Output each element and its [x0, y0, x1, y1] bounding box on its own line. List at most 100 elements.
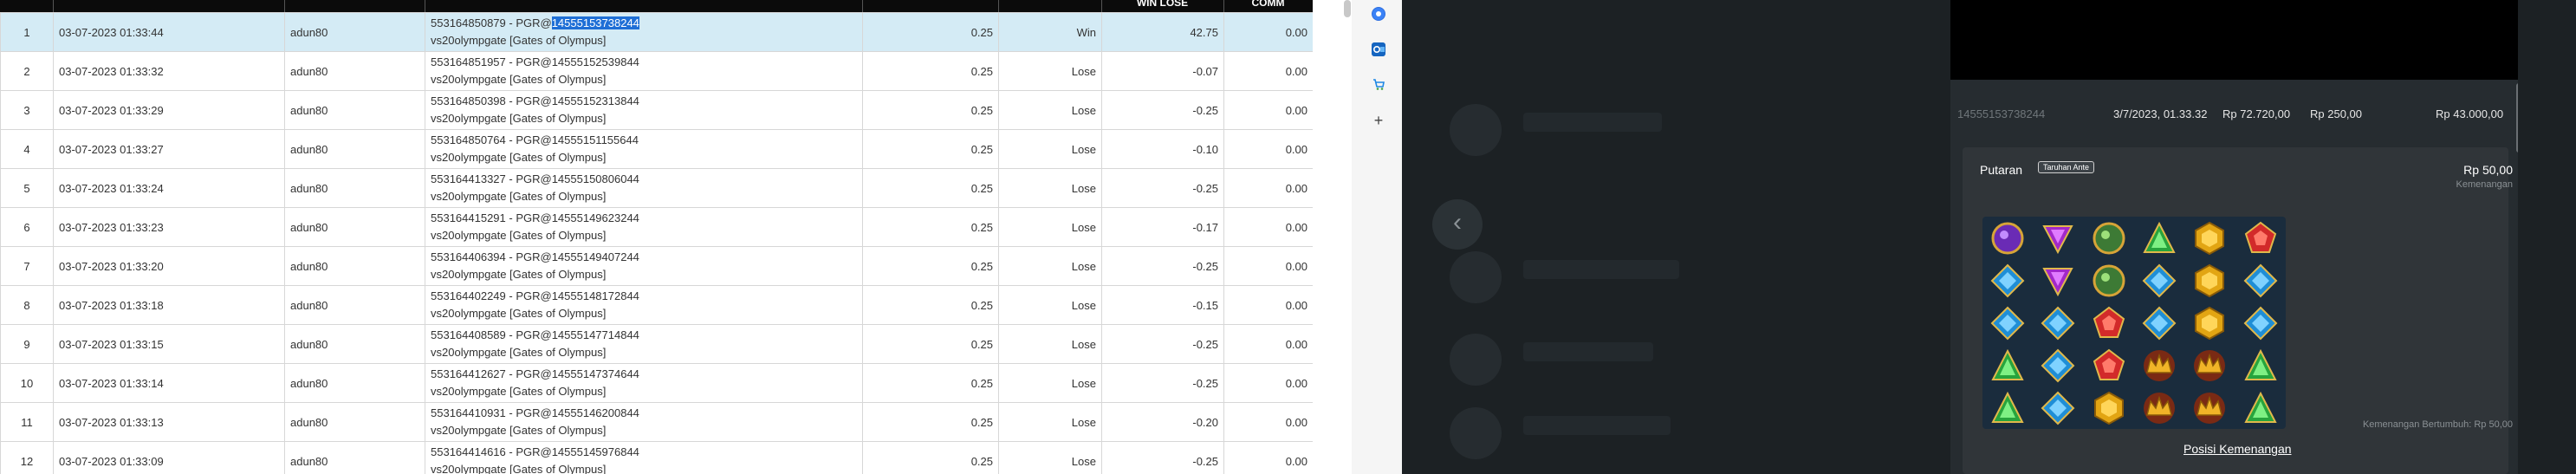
row-result: Lose	[998, 207, 1102, 247]
balance-before: Rp 72.720,00	[2222, 107, 2291, 120]
table-row[interactable]: 9 03-07-2023 01:33:15 adun80 553164408589 -…	[0, 324, 1313, 364]
row-description[interactable]: 553164408589 - PGR@14555147714844 vs20oly…	[425, 324, 863, 364]
row-result: Lose	[998, 129, 1102, 169]
row-datetime: 03-07-2023 01:33:20	[53, 246, 285, 286]
row-desc-game: vs20olympgate [Gates of Olympus]	[431, 424, 607, 437]
gold-hexagon-icon	[2190, 262, 2229, 300]
table-row[interactable]: 4 03-07-2023 01:33:27 adun80 553164850764 -…	[0, 129, 1313, 169]
row-index: 6	[0, 207, 54, 247]
row-desc-code[interactable]: 14555149623244	[552, 211, 639, 224]
shopping-icon[interactable]	[1372, 77, 1385, 91]
row-desc-game: vs20olympgate [Gates of Olympus]	[431, 346, 607, 359]
row-amount: 0.25	[862, 402, 999, 442]
row-desc-game: vs20olympgate [Gates of Olympus]	[431, 34, 607, 47]
row-desc-game: vs20olympgate [Gates of Olympus]	[431, 112, 607, 125]
row-comm: 0.00	[1223, 12, 1313, 52]
row-desc-code[interactable]: 14555152313844	[552, 94, 639, 107]
row-desc-code[interactable]: 14555153738244	[551, 16, 639, 29]
row-datetime: 03-07-2023 01:33:27	[53, 129, 285, 169]
row-description[interactable]: 553164402249 - PGR@14555148172844 vs20oly…	[425, 285, 863, 325]
row-desc-code[interactable]: 14555150806044	[552, 172, 639, 185]
back-arrow-button[interactable]: ‹	[1432, 199, 1483, 250]
table-row[interactable]: 8 03-07-2023 01:33:18 adun80 553164402249 -…	[0, 285, 1313, 325]
row-desc-code[interactable]: 14555145976844	[552, 445, 639, 458]
row-comm: 0.00	[1223, 51, 1313, 91]
table-row[interactable]: 5 03-07-2023 01:33:24 adun80 553164413327 -…	[0, 168, 1313, 208]
copilot-icon[interactable]	[1372, 7, 1385, 21]
row-index: 11	[0, 402, 54, 442]
green-triangle-icon	[1989, 347, 2027, 385]
table-row[interactable]: 10 03-07-2023 01:33:14 adun80 553164412627 …	[0, 363, 1313, 403]
win-position-link[interactable]: Posisi Kemenangan	[2183, 442, 2292, 456]
row-result: Lose	[998, 363, 1102, 403]
crown-icon	[2190, 347, 2229, 385]
row-user: adun80	[284, 51, 425, 91]
table-row[interactable]: 6 03-07-2023 01:33:23 adun80 553164415291 -…	[0, 207, 1313, 247]
red-pentagon-icon	[2242, 219, 2280, 257]
row-desc-code[interactable]: 14555148172844	[552, 289, 639, 302]
crown-icon	[2190, 389, 2229, 427]
reel-grid	[1982, 217, 2286, 429]
ante-bet-badge: Taruhan Ante	[2038, 161, 2095, 173]
row-datetime: 03-07-2023 01:33:09	[53, 441, 285, 474]
table-scrollbar-thumb[interactable]	[1344, 0, 1351, 17]
row-desc-game: vs20olympgate [Gates of Olympus]	[431, 385, 607, 398]
add-icon[interactable]: +	[1372, 113, 1385, 128]
purple-orb-icon	[1989, 219, 2027, 257]
row-description[interactable]: 553164412627 - PGR@14555147374644 vs20oly…	[425, 363, 863, 403]
row-desc-code[interactable]: 14555152539844	[552, 55, 639, 68]
table-row[interactable]: 1 03-07-2023 01:33:44 adun80 553164850879 -…	[0, 12, 1313, 52]
row-comm: 0.00	[1223, 324, 1313, 364]
header-comm[interactable]: COMM	[1223, 0, 1313, 9]
row-result: Lose	[998, 90, 1102, 130]
table-scrollbar[interactable]	[1313, 0, 1343, 474]
blue-diamond-icon	[2242, 262, 2280, 300]
row-index: 3	[0, 90, 54, 130]
green-triangle-icon	[2140, 219, 2178, 257]
round-id: 14555153738244	[1957, 107, 2046, 120]
row-amount: 0.25	[862, 246, 999, 286]
table-row[interactable]: 2 03-07-2023 01:33:32 adun80 553164851957 -…	[0, 51, 1313, 91]
row-desc-prefix: 553164402249 - PGR@	[431, 289, 552, 302]
row-description[interactable]: 553164415291 - PGR@14555149623244 vs20oly…	[425, 207, 863, 247]
outlook-icon[interactable]	[1372, 42, 1385, 56]
row-win-lose: -0.25	[1101, 363, 1224, 403]
row-desc-code[interactable]: 14555149407244	[552, 250, 639, 263]
table-row[interactable]: 7 03-07-2023 01:33:20 adun80 553164406394 -…	[0, 246, 1313, 286]
row-desc-game: vs20olympgate [Gates of Olympus]	[431, 229, 607, 242]
table-row[interactable]: 12 03-07-2023 01:33:09 adun80 553164414616 …	[0, 441, 1313, 474]
row-desc-code[interactable]: 14555147714844	[552, 328, 639, 341]
blue-diamond-icon	[1989, 304, 2027, 342]
row-desc-code[interactable]: 14555146200844	[552, 406, 639, 419]
row-description[interactable]: 553164410931 - PGR@14555146200844 vs20oly…	[425, 402, 863, 442]
row-comm: 0.00	[1223, 207, 1313, 247]
row-index: 12	[0, 441, 54, 474]
row-desc-game: vs20olympgate [Gates of Olympus]	[431, 73, 607, 86]
row-description[interactable]: 553164851957 - PGR@14555152539844 vs20oly…	[425, 51, 863, 91]
bet-history-table: 1 03-07-2023 01:33:44 adun80 553164850879 -…	[0, 12, 1313, 474]
blue-diamond-icon	[2140, 304, 2178, 342]
row-win-lose: -0.25	[1101, 168, 1224, 208]
row-description[interactable]: 553164414616 - PGR@14555145976844 vs20oly…	[425, 441, 863, 474]
row-comm: 0.00	[1223, 363, 1313, 403]
row-desc-code[interactable]: 14555147374644	[552, 367, 639, 380]
row-description[interactable]: 553164850879 - PGR@14555153738244 vs20oly…	[425, 12, 863, 52]
row-win-lose: -0.10	[1101, 129, 1224, 169]
table-row[interactable]: 3 03-07-2023 01:33:29 adun80 553164850398 -…	[0, 90, 1313, 130]
header-win-lose[interactable]: WIN LOSE	[1101, 0, 1223, 9]
row-description[interactable]: 553164413327 - PGR@14555150806044 vs20oly…	[425, 168, 863, 208]
green-orb-icon	[2090, 262, 2128, 300]
row-desc-code[interactable]: 14555151155644	[552, 133, 639, 146]
gold-hexagon-icon	[2190, 219, 2229, 257]
table-row[interactable]: 11 03-07-2023 01:33:13 adun80 553164410931 …	[0, 402, 1313, 442]
green-triangle-icon	[2242, 389, 2280, 427]
blue-diamond-icon	[2039, 347, 2077, 385]
row-user: adun80	[284, 402, 425, 442]
row-description[interactable]: 553164850764 - PGR@14555151155644 vs20oly…	[425, 129, 863, 169]
row-description[interactable]: 553164850398 - PGR@14555152313844 vs20oly…	[425, 90, 863, 130]
row-datetime: 03-07-2023 01:33:32	[53, 51, 285, 91]
row-description[interactable]: 553164406394 - PGR@14555149407244 vs20oly…	[425, 246, 863, 286]
green-triangle-icon	[1989, 389, 2027, 427]
purple-triangle-icon	[2039, 219, 2077, 257]
row-index: 2	[0, 51, 54, 91]
